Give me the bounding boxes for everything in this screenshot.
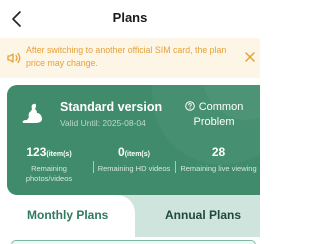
common-problem-link[interactable]: Common Problem [183, 100, 245, 130]
rabbit-icon [22, 103, 42, 123]
plan-tabs: Monthly Plans Annual Plans [0, 195, 260, 237]
stat-label: Remaining photos/videos [25, 164, 73, 183]
plan-option-card[interactable] [11, 240, 256, 244]
stat-label: Remaining HD videos [97, 164, 171, 173]
tab-monthly-plans[interactable]: Monthly Plans [0, 195, 135, 237]
close-icon[interactable] [244, 51, 256, 63]
stat-divider [175, 161, 176, 173]
price-notice-banner: After switching to another official SIM … [0, 38, 260, 78]
plan-card: Standard version Valid Until: 2025-08-04… [7, 85, 260, 195]
valid-until-text: Valid Until: 2025-08-04 [60, 118, 146, 128]
notice-text: After switching to another official SIM … [26, 45, 227, 68]
tab-monthly-label: Monthly Plans [27, 208, 109, 222]
speaker-icon [7, 52, 21, 64]
page-title: Plans [112, 10, 148, 25]
stat-unit: (item(s) [46, 151, 72, 158]
plan-name: Standard version [60, 100, 163, 114]
stat-remaining-live: 28 Remaining live viewing [177, 145, 260, 174]
stat-value: 28 [211, 145, 226, 159]
stat-unit: (item(s) [124, 151, 150, 158]
stat-value: 123 [26, 145, 47, 159]
stat-remaining-hd-videos: 0(item(s) Remaining HD videos [94, 145, 174, 174]
header-bar: Plans [0, 0, 260, 38]
stat-remaining-photos: 123(item(s) Remaining photos/videos [7, 145, 91, 184]
common-problem-label: Common Problem [193, 101, 244, 128]
stat-value: 0 [118, 145, 125, 159]
question-circle-icon [184, 101, 195, 111]
tab-annual-plans[interactable]: Annual Plans [165, 208, 241, 222]
stat-label: Remaining live viewing [180, 164, 257, 173]
